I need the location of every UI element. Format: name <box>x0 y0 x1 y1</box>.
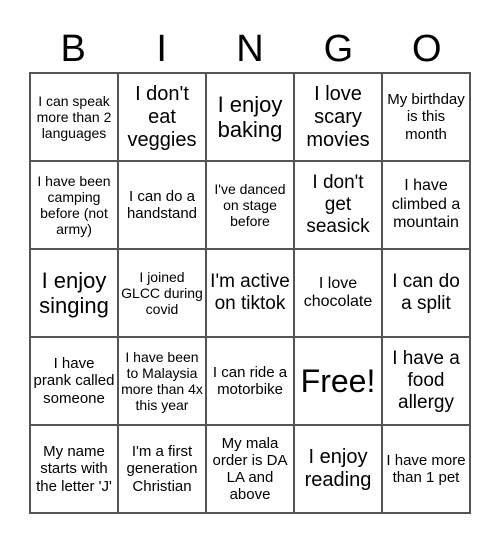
header-letter-g: G <box>323 28 354 70</box>
bingo-cell[interactable]: I love scary movies <box>294 73 382 161</box>
bingo-cell[interactable]: I can do a split <box>382 249 470 337</box>
bingo-cell[interactable]: My mala order is DA LA and above <box>206 425 294 513</box>
bingo-cell[interactable]: I love chocolate <box>294 249 382 337</box>
header-letter-n: N <box>236 28 264 70</box>
bingo-cell[interactable]: I have prank called someone <box>30 337 118 425</box>
bingo-cell[interactable]: I enjoy reading <box>294 425 382 513</box>
bingo-cell[interactable]: I have a food allergy <box>382 337 470 425</box>
bingo-grid: I can speak more than 2 languages I don'… <box>29 72 471 514</box>
bingo-header: B I N G O <box>29 26 471 72</box>
bingo-cell[interactable]: I enjoy singing <box>30 249 118 337</box>
bingo-cell[interactable]: I'm active on tiktok <box>206 249 294 337</box>
free-space[interactable]: Free! <box>294 337 382 425</box>
header-letter-b: B <box>60 28 86 70</box>
bingo-cell[interactable]: I can do a handstand <box>118 161 206 249</box>
bingo-cell[interactable]: I have been to Malaysia more than 4x thi… <box>118 337 206 425</box>
bingo-cell[interactable]: I can speak more than 2 languages <box>30 73 118 161</box>
bingo-cell[interactable]: I have been camping before (not army) <box>30 161 118 249</box>
bingo-cell[interactable]: I can ride a motorbike <box>206 337 294 425</box>
bingo-cell[interactable]: I joined GLCC during covid <box>118 249 206 337</box>
bingo-cell[interactable]: My name starts with the letter 'J' <box>30 425 118 513</box>
bingo-cell[interactable]: I have climbed a mountain <box>382 161 470 249</box>
header-letter-i: I <box>156 28 167 70</box>
bingo-cell[interactable]: My birthday is this month <box>382 73 470 161</box>
bingo-cell[interactable]: I don't get seasick <box>294 161 382 249</box>
bingo-cell[interactable]: I enjoy baking <box>206 73 294 161</box>
bingo-cell[interactable]: I'm a first generation Christian <box>118 425 206 513</box>
bingo-cell[interactable]: I have more than 1 pet <box>382 425 470 513</box>
header-letter-o: O <box>412 28 442 70</box>
bingo-cell[interactable]: I don't eat veggies <box>118 73 206 161</box>
bingo-cell[interactable]: I've danced on stage before <box>206 161 294 249</box>
